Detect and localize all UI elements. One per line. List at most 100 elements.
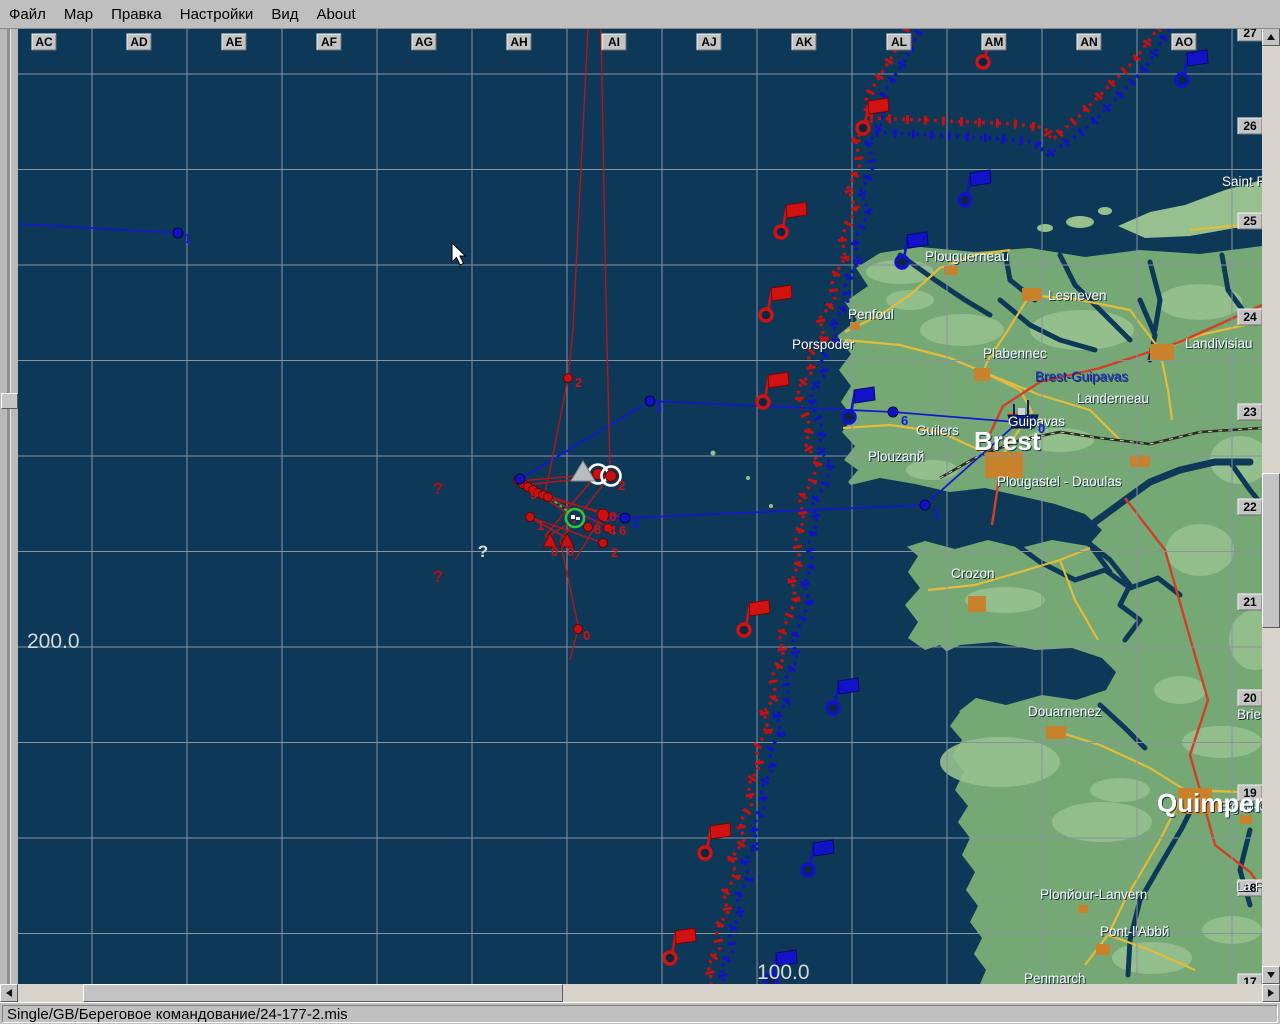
- red-unit-dot[interactable]: [598, 538, 608, 548]
- grid-badge: 23: [1237, 403, 1262, 421]
- city-label: Plouguerneau: [925, 249, 1009, 264]
- grid-badge: AH: [506, 33, 532, 51]
- question-mark-marker[interactable]: ?: [433, 479, 443, 498]
- svg-text:20: 20: [1243, 691, 1257, 705]
- svg-text:AJ: AJ: [701, 35, 716, 49]
- zoom-slider[interactable]: [0, 28, 18, 984]
- menu-item-2[interactable]: Правка: [102, 6, 171, 23]
- blue-waypoint-dot[interactable]: [887, 406, 899, 418]
- svg-text:AM: AM: [985, 35, 1004, 49]
- grid-badge: AM: [981, 33, 1007, 51]
- grid-badge: AJ: [696, 33, 722, 51]
- svg-text:AO: AO: [1175, 35, 1193, 49]
- city-label: Plougastel - Daoulas: [997, 474, 1122, 489]
- grid-badge: AO: [1171, 33, 1197, 51]
- city-label: Crozon: [951, 566, 995, 581]
- arrow-left-icon: [6, 989, 12, 997]
- grid-badge: AG: [411, 33, 437, 51]
- horizontal-scroll-thumb[interactable]: [83, 984, 563, 1002]
- map-layers: ???AC AD AE AF AG AH AI AJ AK AL AM AN AO27262524232…: [18, 28, 1262, 984]
- svg-text:AI: AI: [608, 35, 620, 49]
- grid-badge: AE: [221, 33, 247, 51]
- menu-item-4[interactable]: Вид: [262, 6, 307, 23]
- red-waypoint-number: 8: [594, 522, 601, 537]
- blue-waypoint-dot[interactable]: [619, 512, 631, 524]
- grid-badge: 22: [1237, 498, 1262, 516]
- red-unit-dot[interactable]: [525, 512, 535, 522]
- svg-text:26: 26: [1243, 119, 1257, 133]
- svg-text:23: 23: [1243, 405, 1257, 419]
- menu-item-0[interactable]: Файл: [0, 6, 55, 23]
- red-unit-dot[interactable]: [573, 624, 583, 634]
- svg-text:AK: AK: [795, 35, 813, 49]
- blue-waypoint-number: 6: [901, 413, 908, 428]
- city-label: Plouzanй: [868, 449, 924, 464]
- arrow-down-icon: [1267, 972, 1275, 978]
- red-waypoint-number: 2: [575, 375, 582, 390]
- red-waypoint-number: 6: [619, 523, 626, 538]
- red-unit-dot[interactable]: [583, 522, 593, 532]
- horizontal-scrollbar[interactable]: [0, 984, 1280, 1002]
- menu-item-3[interactable]: Настройки: [171, 6, 263, 23]
- blue-waypoint-dot[interactable]: [172, 227, 184, 239]
- mission-editor-window: Файл Map Правка Настройки Вид About ??? AC AD AE…: [0, 0, 1280, 1024]
- svg-text:AD: AD: [130, 35, 148, 49]
- city-label: Brest: [974, 426, 1041, 456]
- blue-waypoint-number: 1: [184, 231, 191, 246]
- status-bar: Single/GB/Береговое командование/24-177-…: [0, 1002, 1280, 1024]
- scale-label: 100.0: [757, 961, 810, 984]
- grid-badge: 25: [1237, 212, 1262, 230]
- svg-text:AL: AL: [891, 35, 907, 49]
- city-label: Landivisiau: [1185, 336, 1253, 351]
- blue-waypoint-number: 1: [933, 506, 940, 521]
- zoom-slider-track: [7, 28, 11, 984]
- question-mark-marker[interactable]: ?: [433, 567, 443, 586]
- grid-badge: AF: [316, 33, 342, 51]
- city-label: Landerneau: [1077, 391, 1149, 406]
- scroll-right-button[interactable]: [1262, 984, 1280, 1002]
- scroll-up-button[interactable]: [1262, 28, 1280, 46]
- blue-waypoint-dot[interactable]: [919, 499, 931, 511]
- scale-label: 200.0: [27, 630, 80, 653]
- svg-text:25: 25: [1243, 214, 1257, 228]
- city-label: Porspoder: [792, 337, 855, 352]
- grid-badge: AN: [1076, 33, 1102, 51]
- grid-badge: AL: [886, 33, 912, 51]
- red-unit-dot[interactable]: [543, 492, 553, 502]
- arrow-up-icon: [1267, 34, 1275, 40]
- question-mark-marker[interactable]: ?: [478, 542, 488, 561]
- city-label: Brest-Guipavas: [1035, 369, 1128, 384]
- svg-text:AH: AH: [510, 35, 527, 49]
- grid-badge: 21: [1237, 593, 1262, 611]
- city-label: Pont-l'Abbй: [1100, 924, 1169, 939]
- map-canvas[interactable]: ???AC AD AE AF AG AH AI AJ AK AL AM AN AO27262524232…: [0, 0, 1280, 1024]
- blue-waypoint-number: 0: [1038, 421, 1045, 436]
- red-waypoint-number: 0: [583, 628, 590, 643]
- menu-item-5[interactable]: About: [307, 6, 364, 23]
- grid-badge: AD: [126, 33, 152, 51]
- scroll-left-button[interactable]: [0, 984, 18, 1002]
- grid-badge: AC: [31, 33, 57, 51]
- red-waypoint-number: 2: [611, 545, 618, 560]
- vertical-scroll-thumb[interactable]: [1262, 473, 1280, 628]
- selected-unit-green[interactable]: [564, 507, 586, 529]
- red-unit-dot[interactable]: [563, 373, 573, 383]
- blue-waypoint-dot[interactable]: [514, 473, 526, 485]
- menu-bar: Файл Map Правка Настройки Вид About: [0, 0, 1280, 29]
- vertical-scrollbar[interactable]: [1262, 28, 1280, 984]
- menu-item-1[interactable]: Map: [55, 6, 102, 23]
- red-waypoint-number: 9: [530, 487, 537, 502]
- blue-waypoint-number: 3: [655, 400, 662, 415]
- svg-text:AC: AC: [35, 35, 53, 49]
- svg-text:AE: AE: [226, 35, 243, 49]
- blue-waypoint-dot[interactable]: [644, 395, 656, 407]
- city-label: Plabennec: [983, 346, 1047, 361]
- svg-text:AN: AN: [1080, 35, 1097, 49]
- blue-waypoint-number: 2: [632, 516, 639, 531]
- scroll-down-button[interactable]: [1262, 966, 1280, 984]
- red-waypoint-number: 2: [618, 478, 625, 493]
- mission-path-text: Single/GB/Береговое командование/24-177-…: [2, 1005, 1278, 1023]
- zoom-slider-thumb[interactable]: [1, 393, 18, 409]
- svg-text:AF: AF: [321, 35, 337, 49]
- grid-badge: 24: [1237, 308, 1262, 326]
